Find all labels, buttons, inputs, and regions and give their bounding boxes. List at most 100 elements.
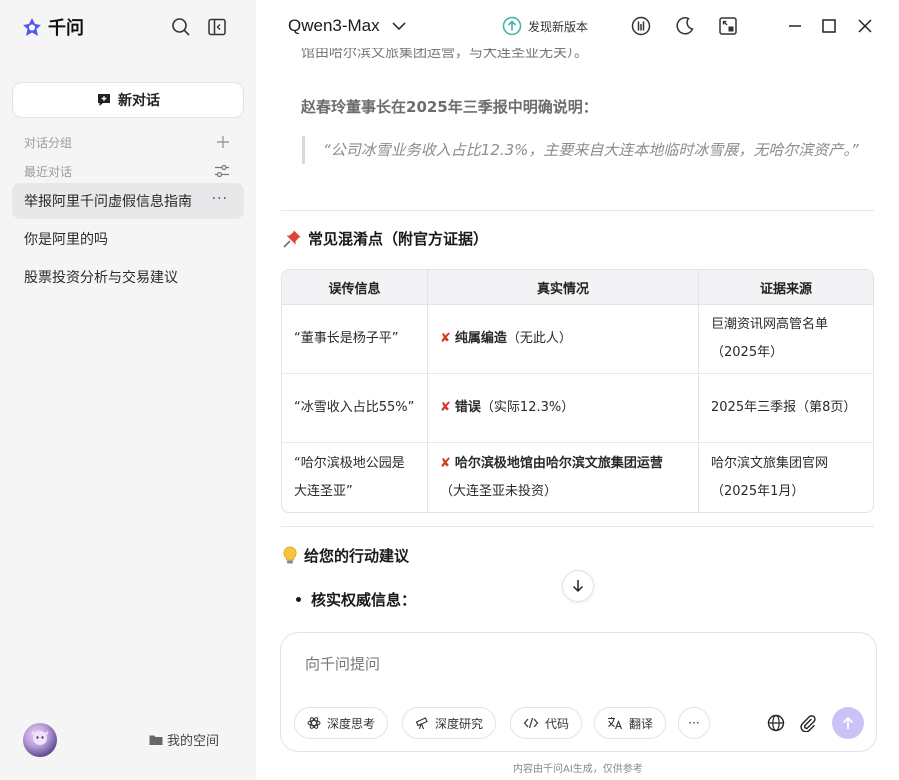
- divider: [281, 210, 874, 211]
- section-title-text: 常见混淆点（附官方证据）: [308, 230, 489, 248]
- code-icon: [523, 717, 539, 729]
- ai-disclaimer: 内容由千问AI生成，仅供参考: [513, 764, 643, 775]
- translate-icon: [608, 717, 623, 730]
- chat-groups-row: 对话分组: [24, 133, 230, 151]
- recent-chats-row: 最近对话: [24, 162, 230, 180]
- chat-content: 馆由哈尔滨文旅集团运营，与大连圣亚无关）。 赵春玲董事长在2025年三季报中明确…: [256, 40, 899, 620]
- table-row: “哈尔滨极地公园是大连圣亚” ✘ 哈尔滨极地馆由哈尔滨文旅集团运营 （大连圣亚未投资…: [282, 443, 873, 512]
- divider: [281, 526, 874, 527]
- translate-button[interactable]: 翻译: [594, 707, 667, 739]
- scroll-to-bottom-button[interactable]: [562, 570, 594, 602]
- new-version-button[interactable]: 发现新版本: [502, 16, 588, 36]
- truth-cell: ✘ 错误（实际12.3%）: [427, 374, 698, 443]
- chip-label: 代码: [545, 716, 570, 731]
- mini-window-icon[interactable]: [716, 14, 740, 38]
- qianwen-logo-icon: [23, 18, 41, 36]
- list-item: 核实权威信息：: [296, 589, 416, 610]
- cross-mark-icon: ✘: [440, 400, 451, 415]
- statement-heading: 赵春玲董事长在2025年三季报中明确说明：: [301, 98, 598, 116]
- user-avatar[interactable]: [23, 723, 57, 757]
- table-row: “董事长是杨子平” ✘ 纯属编造（无此人） 巨潮资讯网高管名单（2025年）: [282, 305, 873, 374]
- model-selector[interactable]: Qwen3-Max: [288, 14, 406, 38]
- section-title-text: 给您的行动建议: [304, 547, 410, 565]
- chat-groups-label: 对话分组: [24, 135, 73, 150]
- globe-icon[interactable]: [766, 713, 786, 733]
- chip-label: 深度研究: [435, 716, 484, 731]
- cross-mark-icon: ✘: [440, 331, 451, 346]
- more-label: ···: [688, 716, 700, 730]
- chat-item-stock-analysis[interactable]: 股票投资分析与交易建议: [12, 259, 244, 295]
- chat-more-icon[interactable]: ···: [212, 191, 228, 207]
- deep-research-button[interactable]: 深度研究: [402, 707, 497, 739]
- new-version-label: 发现新版本: [528, 19, 589, 34]
- new-chat-button[interactable]: 新对话: [12, 82, 244, 118]
- rumor-cell: “董事长是杨子平”: [282, 305, 427, 374]
- filter-sliders-icon[interactable]: [214, 164, 230, 178]
- deep-think-button[interactable]: 深度思考: [294, 707, 389, 739]
- truth-verdict: 错误: [454, 400, 481, 415]
- speed-gauge-icon[interactable]: [629, 14, 653, 38]
- chat-item-report-guide[interactable]: 举报阿里千问虚假信息指南 ···: [12, 183, 244, 219]
- column-header: 证据来源: [698, 270, 873, 305]
- truth-verdict: 哈尔滨极地馆由哈尔滨文旅集团运营: [454, 455, 663, 471]
- paperclip-icon[interactable]: [798, 713, 818, 733]
- rumor-cell: “冰雪收入占比55%”: [282, 374, 427, 443]
- folder-icon: [149, 735, 163, 745]
- brand[interactable]: 千问: [22, 14, 84, 40]
- prompt-input[interactable]: [305, 655, 825, 673]
- pushpin-icon: [283, 230, 301, 248]
- table-row: “冰雪收入占比55%” ✘ 错误（实际12.3%） 2025年三季报（第8页）: [282, 374, 873, 443]
- truth-verdict: 纯属编造: [454, 331, 507, 346]
- my-space-label: 我的空间: [167, 734, 220, 749]
- model-name: Qwen3-Max: [288, 16, 380, 35]
- truth-detail: （无此人）: [506, 331, 572, 346]
- chat-item-label: 你是阿里的吗: [24, 232, 108, 248]
- light-bulb-icon: [283, 546, 297, 563]
- my-space-button[interactable]: 我的空间: [149, 730, 219, 749]
- chip-label: 翻译: [629, 716, 654, 731]
- truth-cell: ✘ 哈尔滨极地馆由哈尔滨文旅集团运营 （大连圣亚未投资）: [427, 443, 698, 512]
- truth-detail: （大连圣亚未投资）: [440, 483, 558, 499]
- partial-text-line: 馆由哈尔滨文旅集团运营，与大连圣亚无关）。: [301, 45, 588, 61]
- recent-chats-label: 最近对话: [24, 164, 73, 179]
- column-header: 误传信息: [282, 270, 427, 305]
- more-tools-button[interactable]: ···: [678, 707, 710, 739]
- chevron-down-icon: [392, 22, 406, 31]
- composer: 深度思考 深度研究 代码 翻译 ···: [280, 632, 877, 752]
- chat-item-are-you-ali[interactable]: 你是阿里的吗: [12, 221, 244, 257]
- atom-icon: [307, 717, 321, 729]
- dark-mode-moon-icon[interactable]: [673, 14, 697, 38]
- truth-detail: （实际12.3%）: [480, 400, 575, 415]
- chip-label: 深度思考: [327, 716, 376, 731]
- add-group-icon[interactable]: [216, 135, 230, 149]
- section-title-confusions: 常见混淆点（附官方证据）: [282, 228, 488, 249]
- send-button[interactable]: [832, 707, 864, 739]
- evidence-table: 误传信息 真实情况 证据来源 “董事长是杨子平” ✘ 纯属编造（无此人） 巨潮资讯…: [281, 269, 874, 513]
- minimize-icon[interactable]: [783, 14, 807, 38]
- collapse-sidebar-icon[interactable]: [206, 16, 228, 38]
- new-chat-label: 新对话: [118, 93, 160, 109]
- list-item-text: 核实权威信息：: [311, 591, 417, 609]
- truth-cell: ✘ 纯属编造（无此人）: [427, 305, 698, 374]
- close-icon[interactable]: [853, 14, 877, 38]
- source-cell: 巨潮资讯网高管名单（2025年）: [698, 305, 873, 374]
- source-cell: 2025年三季报（第8页）: [698, 374, 873, 443]
- search-icon[interactable]: [170, 16, 192, 38]
- new-chat-icon: [98, 94, 110, 106]
- arrow-down-icon: [572, 580, 584, 593]
- blockquote: “公司冰雪业务收入占比12.3%，主要来自大连本地临时冰雪展，无哈尔滨资产。”: [302, 136, 862, 164]
- code-button[interactable]: 代码: [510, 707, 583, 739]
- maximize-icon[interactable]: [817, 14, 841, 38]
- arrow-up-icon: [842, 716, 854, 729]
- chat-item-label: 股票投资分析与交易建议: [24, 270, 178, 286]
- telescope-icon: [415, 717, 428, 730]
- brand-name: 千问: [48, 18, 84, 39]
- section-title-advice: 给您的行动建议: [282, 545, 409, 566]
- table-header-row: 误传信息 真实情况 证据来源: [282, 270, 873, 305]
- column-header: 真实情况: [427, 270, 698, 305]
- sidebar: 千问 新对话 对话分组 最近对话 举报阿里千问虚假信息指南 ··· 你是阿里的吗…: [0, 0, 256, 780]
- rumor-cell: “哈尔滨极地公园是大连圣亚”: [294, 455, 405, 499]
- upgrade-arrow-icon: [502, 16, 522, 36]
- bullet-dot: [296, 597, 301, 602]
- cross-mark-icon: ✘: [440, 455, 451, 471]
